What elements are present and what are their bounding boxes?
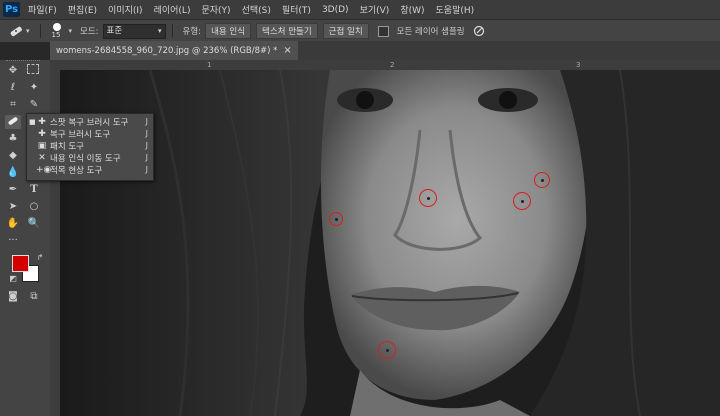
flyout-item-label: 적목 현상 도구: [50, 165, 103, 176]
flyout-item-content-aware-move[interactable]: ✕ 내용 인식 이동 도구 J: [27, 152, 153, 164]
photoshop-logo: Ps: [3, 2, 20, 17]
menu-view[interactable]: 보기(V): [360, 3, 390, 16]
hand-tool-icon[interactable]: ✋: [6, 217, 20, 230]
menu-layer[interactable]: 레이어(L): [154, 3, 191, 16]
menu-bar: Ps 파일(F) 편집(E) 이미지(I) 레이어(L) 문자(Y) 선택(S)…: [0, 0, 720, 19]
document-tab-title: womens-2684558_960_720.jpg @ 236% (RGB/8…: [56, 45, 278, 56]
move-tool-icon[interactable]: ✥: [6, 64, 20, 77]
brush-size-value: 15: [51, 31, 61, 39]
pressure-size-icon[interactable]: [473, 25, 485, 37]
content-aware-move-icon: ✕: [38, 152, 46, 163]
spot-healing-brush-icon[interactable]: [8, 24, 24, 38]
healing-tools-flyout: ■ ✚ 스팟 복구 브러시 도구 J ✚ 복구 브러시 도구 J ▣ 패치 도구…: [26, 113, 154, 181]
options-bar: ▾ 15 ▾ 모드: 표준 ▾ 유형: 내용 인식 텍스처 만들기 근접 일치 …: [0, 19, 720, 43]
lasso-tool-icon[interactable]: ℓ: [6, 81, 20, 94]
quick-mask-icon[interactable]: ◙: [6, 290, 20, 303]
shortcut-key: J: [145, 129, 148, 138]
clone-stamp-tool-icon[interactable]: ♣: [6, 132, 20, 145]
portrait-photo: [60, 70, 720, 416]
proximity-match-button[interactable]: 근접 일치: [322, 23, 369, 39]
path-selection-tool-icon[interactable]: ➤: [6, 200, 20, 213]
flyout-item-label: 복구 브러시 도구: [50, 129, 111, 140]
menu-edit[interactable]: 편집(E): [68, 3, 97, 16]
ruler-tick: 1: [207, 61, 212, 69]
eraser-tool-icon[interactable]: ◆: [6, 149, 20, 162]
menu-help[interactable]: 도움말(H): [436, 3, 475, 16]
zoom-tool-icon[interactable]: 🔍: [27, 217, 41, 230]
patch-icon: ▣: [37, 140, 47, 151]
menu-type[interactable]: 문자(Y): [201, 3, 230, 16]
mode-select[interactable]: 표준 ▾: [102, 23, 166, 39]
screen-mode-icon[interactable]: ⧉: [27, 290, 41, 303]
blur-tool-icon[interactable]: 💧: [6, 166, 20, 179]
type-label: 유형:: [182, 27, 202, 37]
blemish-marker-circle: [534, 172, 550, 188]
ellipse-tool-icon[interactable]: ○: [27, 200, 41, 213]
panel-grip[interactable]: [6, 60, 40, 63]
menu-select[interactable]: 선택(S): [242, 3, 271, 16]
divider: [171, 24, 173, 38]
ruler-tick: 2: [390, 61, 395, 69]
chevron-down-icon[interactable]: ▾: [69, 27, 73, 35]
shortcut-key: J: [145, 117, 148, 126]
magic-wand-tool-icon[interactable]: ✦: [27, 81, 41, 94]
foreground-color-swatch[interactable]: [12, 255, 29, 272]
flyout-item-label: 내용 인식 이동 도구: [50, 153, 121, 164]
default-colors-icon[interactable]: ◩: [6, 272, 20, 285]
swap-colors-icon[interactable]: ↱: [33, 251, 47, 264]
brush-preset-picker[interactable]: 15: [47, 22, 69, 40]
red-eye-icon: +◉: [36, 164, 52, 175]
flyout-item-patch[interactable]: ▣ 패치 도구 J: [27, 140, 153, 152]
menu-image[interactable]: 이미지(I): [108, 3, 143, 16]
ruler-tick: 3: [576, 61, 581, 69]
pen-tool-icon[interactable]: ✒: [6, 183, 20, 196]
flyout-item-label: 스팟 복구 브러시 도구: [50, 117, 129, 128]
healing-brush-icon: ✚: [38, 128, 46, 139]
sample-all-layers-checkbox[interactable]: [377, 25, 389, 37]
blemish-marker-circle: [378, 341, 396, 359]
menu-window[interactable]: 창(W): [400, 3, 424, 16]
flyout-item-label: 패치 도구: [50, 141, 84, 152]
document-tab[interactable]: womens-2684558_960_720.jpg @ 236% (RGB/8…: [50, 41, 298, 60]
shortcut-key: J: [145, 141, 148, 150]
type-tool-icon[interactable]: T: [27, 183, 41, 196]
mode-label: 모드:: [80, 27, 99, 37]
shortcut-key: J: [145, 153, 148, 162]
crop-tool-icon[interactable]: ⌗: [6, 98, 20, 111]
blemish-marker-circle: [513, 192, 531, 210]
spot-healing-brush-tool-icon[interactable]: [5, 115, 21, 129]
marquee-tool-icon[interactable]: [27, 64, 39, 74]
more-tools-icon[interactable]: ···: [6, 234, 20, 247]
divider: [39, 24, 41, 38]
document-tab-bar: womens-2684558_960_720.jpg @ 236% (RGB/8…: [50, 41, 720, 61]
mode-select-value: 표준: [106, 25, 123, 36]
create-texture-button[interactable]: 텍스처 만들기: [256, 23, 318, 39]
flyout-item-spot-healing-brush[interactable]: ■ ✚ 스팟 복구 브러시 도구 J: [27, 116, 153, 128]
chevron-down-icon: ▾: [158, 26, 162, 35]
chevron-down-icon[interactable]: ▾: [26, 27, 30, 35]
close-icon[interactable]: ×: [283, 45, 291, 56]
eyedropper-tool-icon[interactable]: ✎: [27, 98, 41, 111]
flyout-item-healing-brush[interactable]: ✚ 복구 브러시 도구 J: [27, 128, 153, 140]
blemish-marker-circle: [419, 189, 437, 207]
menu-3d[interactable]: 3D(D): [322, 5, 349, 15]
blemish-marker-circle: [329, 212, 343, 226]
shortcut-key: J: [145, 165, 148, 174]
document-canvas[interactable]: [60, 70, 720, 416]
sample-all-layers-label: 모든 레이어 샘플링: [396, 27, 465, 37]
menu-filter[interactable]: 필터(T): [282, 3, 311, 16]
menu-file[interactable]: 파일(F): [28, 3, 57, 16]
flyout-item-red-eye[interactable]: +◉ 적목 현상 도구 J: [27, 164, 153, 176]
spot-healing-brush-icon: ✚: [38, 116, 46, 127]
content-aware-button[interactable]: 내용 인식: [205, 23, 252, 39]
